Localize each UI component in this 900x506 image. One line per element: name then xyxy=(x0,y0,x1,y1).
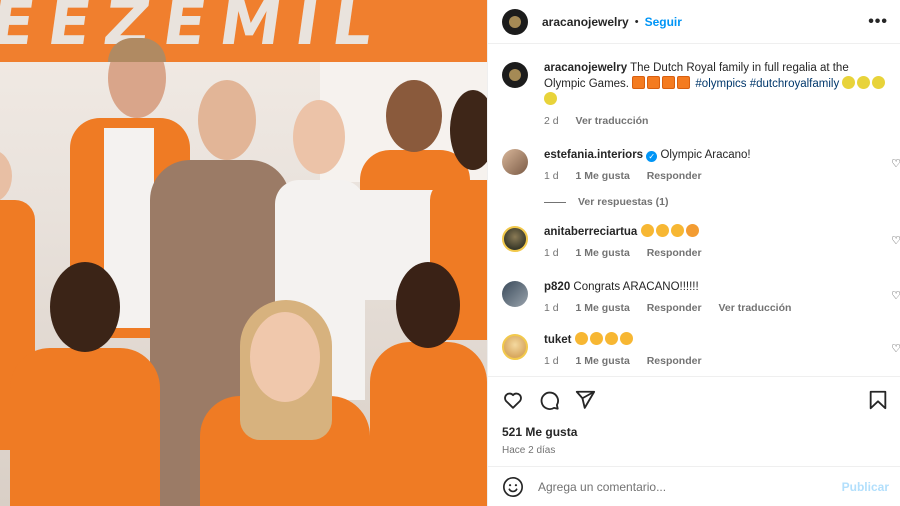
comment-text: Congrats ARACANO!!!!!! xyxy=(573,281,699,293)
caption-translate-link[interactable]: Ver traducción xyxy=(576,115,649,127)
replies-line xyxy=(544,201,566,203)
post-header: aracanojewelry • Seguir ••• xyxy=(488,0,900,44)
comment-reply-button[interactable]: Responder xyxy=(647,170,702,182)
share-icon[interactable] xyxy=(574,389,596,411)
comment-like-heart-icon[interactable]: ♡ xyxy=(891,289,900,302)
comment-reply-button[interactable]: Responder xyxy=(647,247,702,259)
publish-button[interactable]: Publicar xyxy=(842,480,889,494)
caption-avatar[interactable] xyxy=(502,62,528,88)
comment-avatar[interactable] xyxy=(502,149,528,175)
comment-emojis xyxy=(574,332,635,346)
bookmark-icon[interactable] xyxy=(867,389,889,411)
comment-time: 1 d xyxy=(544,302,559,314)
comment-meta: 1 d 1 Me gusta Responder xyxy=(544,247,889,259)
comment-text-line: anitaberreciartua xyxy=(544,224,889,240)
comment-avatar[interactable] xyxy=(502,281,528,307)
comment-meta: 1 d 1 Me gusta Responder xyxy=(544,355,889,367)
author-avatar[interactable] xyxy=(502,8,528,35)
author-username[interactable]: aracanojewelry xyxy=(542,15,629,29)
photo-person-bottom-center xyxy=(200,300,370,506)
caption-hashtags[interactable]: #olympics #dutchroyalfamily xyxy=(695,78,839,90)
header-separator: • xyxy=(634,15,639,28)
comment-likes[interactable]: 1 Me gusta xyxy=(576,247,630,259)
action-icons xyxy=(502,387,889,413)
comment-text-line: estefania.interiors ✓ Olympic Aracano! xyxy=(544,147,889,163)
comment-item: p820 Congrats ARACANO!!!!!! 1 d 1 Me gus… xyxy=(488,279,900,314)
comment-reply-button[interactable]: Responder xyxy=(647,355,702,367)
comment-avatar[interactable] xyxy=(502,226,528,252)
comment-text-line: p820 Congrats ARACANO!!!!!! xyxy=(544,279,889,295)
emoji-icon[interactable] xyxy=(502,476,524,498)
post-time: Hace 2 días xyxy=(502,445,556,456)
comment-like-heart-icon[interactable]: ♡ xyxy=(891,157,900,170)
comment-time: 1 d xyxy=(544,247,559,259)
comment-username[interactable]: tuket xyxy=(544,334,571,346)
verified-badge-icon: ✓ xyxy=(646,151,658,162)
view-replies-button[interactable]: Ver respuestas (1) xyxy=(544,196,900,208)
comment-likes[interactable]: 1 Me gusta xyxy=(576,302,630,314)
comment-time: 1 d xyxy=(544,355,559,367)
post-actions: 521 Me gusta Hace 2 días xyxy=(488,376,900,466)
comment-likes[interactable]: 1 Me gusta xyxy=(576,170,630,182)
likes-count[interactable]: 521 Me gusta xyxy=(502,425,889,439)
comment-like-heart-icon[interactable]: ♡ xyxy=(891,234,900,247)
comment-likes[interactable]: 1 Me gusta xyxy=(576,355,630,367)
caption-text-line: aracanojewelry The Dutch Royal family in… xyxy=(544,60,889,108)
photo-person-bottom-left xyxy=(10,262,160,506)
follow-button[interactable]: Seguir xyxy=(645,15,682,29)
comment-text-line: tuket xyxy=(544,332,889,348)
view-replies-label[interactable]: Ver respuestas (1) xyxy=(578,196,668,208)
comment-item: estefania.interiors ✓ Olympic Aracano! 1… xyxy=(488,147,900,182)
caption-time: 2 d xyxy=(544,115,559,127)
comment-avatar[interactable] xyxy=(502,334,528,360)
comment-username[interactable]: anitaberreciartua xyxy=(544,226,637,238)
comment-text: Olympic Aracano! xyxy=(660,149,751,161)
comment-time: 1 d xyxy=(544,170,559,182)
comment-box: Publicar xyxy=(488,466,900,506)
photo-person-bottom-right xyxy=(370,262,487,506)
caption-emojis xyxy=(632,76,692,90)
comments-list[interactable]: aracanojewelry The Dutch Royal family in… xyxy=(488,44,900,376)
more-horizontal-icon[interactable]: ••• xyxy=(868,13,888,31)
caption-username[interactable]: aracanojewelry xyxy=(544,62,627,74)
caption-meta: 2 d Ver traducción xyxy=(544,115,889,127)
comment-translate-link[interactable]: Ver traducción xyxy=(718,302,791,314)
comment-meta: 1 d 1 Me gusta Responder Ver traducción xyxy=(544,302,889,314)
comment-icon[interactable] xyxy=(538,389,560,411)
post-photo[interactable]: EEZEMIL xyxy=(0,0,487,506)
banner-text: EEZEMIL xyxy=(0,0,392,59)
comment-meta: 1 d 1 Me gusta Responder xyxy=(544,170,889,182)
comment-item: tuket 1 d 1 Me gusta Responder ♡ xyxy=(488,332,900,367)
comment-item: anitaberreciartua 1 d 1 Me gusta Respond… xyxy=(488,224,900,259)
comment-reply-button[interactable]: Responder xyxy=(647,302,702,314)
post-panel: aracanojewelry • Seguir ••• aracanojewel… xyxy=(487,0,900,506)
comment-username[interactable]: p820 xyxy=(544,281,570,293)
comment-emojis xyxy=(640,224,701,238)
comment-input[interactable] xyxy=(538,479,842,494)
comment-username[interactable]: estefania.interiors xyxy=(544,149,643,161)
comment-like-heart-icon[interactable]: ♡ xyxy=(891,342,900,355)
caption: aracanojewelry The Dutch Royal family in… xyxy=(488,60,900,127)
heart-icon[interactable] xyxy=(502,389,524,411)
